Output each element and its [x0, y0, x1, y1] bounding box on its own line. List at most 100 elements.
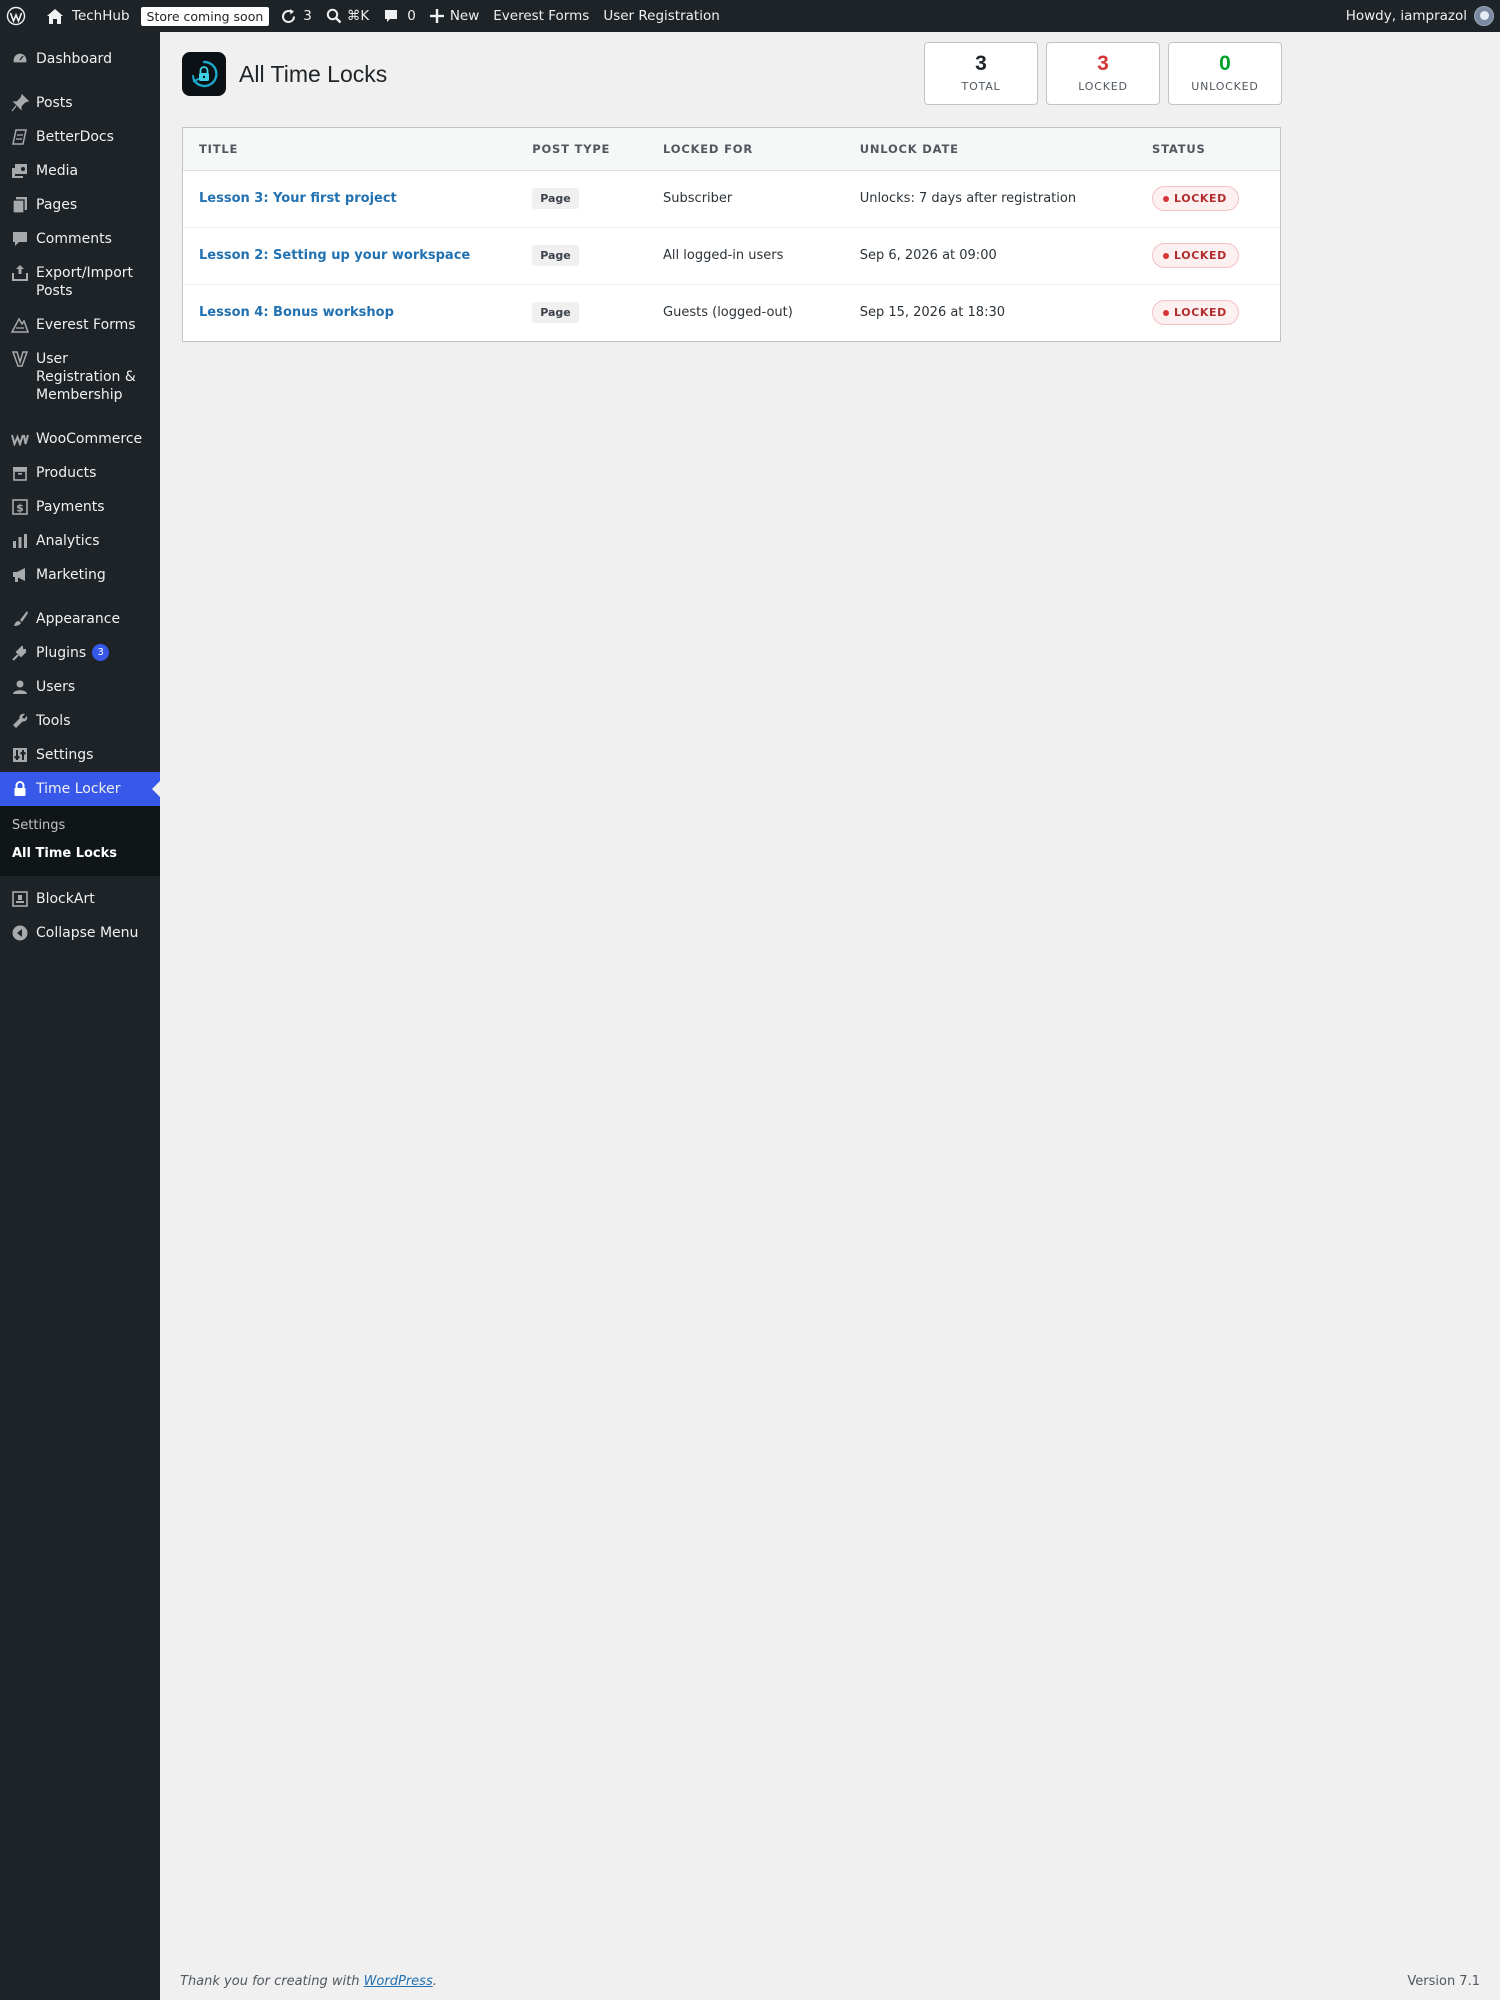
menu-media[interactable]: Media	[0, 154, 160, 188]
menu-marketing[interactable]: Marketing	[0, 558, 160, 592]
submenu-settings[interactable]: Settings	[0, 812, 160, 840]
command-palette-link[interactable]: ⌘K	[319, 0, 376, 32]
wordpress-link[interactable]: WordPress	[364, 1974, 433, 1989]
menu-time-locker[interactable]: Time Locker	[0, 772, 160, 806]
svg-text:$: $	[16, 502, 24, 515]
collapse-icon	[10, 924, 30, 942]
home-icon	[46, 8, 64, 25]
menu-label: Users	[36, 679, 76, 695]
column-header-title: TITLE	[183, 128, 517, 171]
menu-betterdocs[interactable]: BetterDocs	[0, 120, 160, 154]
refresh-icon	[280, 8, 297, 25]
stat-card-total: 3 TOTAL	[924, 42, 1038, 105]
status-dot-icon	[1163, 252, 1170, 259]
menu-label: Dashboard	[36, 51, 112, 67]
menu-payments[interactable]: $ Payments	[0, 490, 160, 524]
menu-label: Products	[36, 465, 97, 481]
submenu-all-time-locks[interactable]: All Time Locks	[0, 840, 160, 868]
menu-label: Pages	[36, 197, 78, 213]
plugins-update-badge: 3	[92, 644, 110, 661]
site-name-link[interactable]: TechHub	[39, 0, 137, 32]
store-coming-soon-badge[interactable]: Store coming soon	[137, 0, 274, 32]
menu-user-registration[interactable]: User Registration & Membership	[0, 342, 160, 412]
admin-sidebar: Dashboard Posts BetterDocs Media Pages C…	[0, 32, 160, 2000]
menu-label: Comments	[36, 231, 112, 247]
my-account-link[interactable]: Howdy, iamprazol	[1346, 6, 1500, 26]
post-type-pill: Page	[532, 245, 579, 266]
payments-icon: $	[10, 498, 30, 516]
menu-dashboard[interactable]: Dashboard	[0, 42, 160, 76]
lock-title-link[interactable]: Lesson 3: Your first project	[199, 191, 397, 206]
menu-comments[interactable]: Comments	[0, 222, 160, 256]
stat-card-locked: 3 LOCKED	[1046, 42, 1160, 105]
stats-row: 3 TOTAL 3 LOCKED 0 UNLOCKED	[924, 42, 1282, 105]
menu-settings[interactable]: Settings	[0, 738, 160, 772]
status-text: LOCKED	[1174, 249, 1227, 262]
everest-forms-link[interactable]: Everest Forms	[486, 0, 596, 32]
post-type-pill: Page	[532, 188, 579, 209]
menu-analytics[interactable]: Analytics	[0, 524, 160, 558]
menu-label: Marketing	[36, 567, 106, 583]
megaphone-icon	[10, 566, 30, 584]
admin-bar: TechHub Store coming soon 3 ⌘K 0 New Eve…	[0, 0, 1500, 32]
howdy-text: Howdy, iamprazol	[1345, 8, 1467, 24]
user-registration-label: User Registration	[603, 8, 720, 24]
menu-posts[interactable]: Posts	[0, 86, 160, 120]
menu-plugins[interactable]: Plugins 3	[0, 636, 160, 670]
plugin-icon	[10, 644, 30, 662]
lock-title-link[interactable]: Lesson 2: Setting up your workspace	[199, 248, 470, 263]
updates-link[interactable]: 3	[273, 0, 319, 32]
collapse-menu-button[interactable]: Collapse Menu	[0, 916, 160, 950]
column-header-locked-for: LOCKED FOR	[647, 128, 844, 171]
menu-label: Collapse Menu	[36, 925, 139, 941]
status-badge: LOCKED	[1152, 300, 1239, 326]
search-icon	[326, 8, 342, 24]
avatar	[1474, 6, 1494, 26]
stat-total-value: 3	[975, 52, 987, 75]
menu-export-import[interactable]: Export/Import Posts	[0, 256, 160, 308]
everest-forms-icon	[10, 316, 30, 334]
lock-title-link[interactable]: Lesson 4: Bonus workshop	[199, 305, 394, 320]
page-title: All Time Locks	[239, 60, 388, 87]
menu-tools[interactable]: Tools	[0, 704, 160, 738]
footer-version: Version 7.1	[1407, 1974, 1480, 1989]
wordpress-logo-icon[interactable]	[0, 0, 33, 32]
site-name: TechHub	[72, 8, 130, 24]
menu-woocommerce[interactable]: WooCommerce	[0, 422, 160, 456]
new-label: New	[449, 8, 480, 24]
table-row: Lesson 2: Setting up your workspace Page…	[183, 227, 1280, 285]
time-locker-logo-icon	[182, 52, 226, 96]
menu-label: Payments	[36, 499, 105, 515]
page-header: All Time Locks	[182, 52, 387, 96]
unlock-date-cell: Unlocks: 7 days after registration	[843, 170, 1137, 228]
menu-blockart[interactable]: BlockArt	[0, 882, 160, 916]
pin-icon	[10, 94, 30, 112]
time-locks-table-card: TITLE POST TYPE LOCKED FOR UNLOCK DATE S…	[182, 127, 1281, 342]
new-content-link[interactable]: New	[423, 0, 486, 32]
products-icon	[10, 464, 30, 482]
menu-products[interactable]: Products	[0, 456, 160, 490]
search-shortcut: ⌘K	[346, 8, 370, 24]
menu-pages[interactable]: Pages	[0, 188, 160, 222]
status-dot-icon	[1163, 309, 1170, 316]
menu-label: Time Locker	[36, 781, 121, 797]
locked-for-cell: Subscriber	[647, 170, 844, 228]
column-header-unlock-date: UNLOCK DATE	[843, 128, 1137, 171]
user-registration-link[interactable]: User Registration	[596, 0, 726, 32]
menu-appearance[interactable]: Appearance	[0, 602, 160, 636]
comments-link[interactable]: 0	[376, 0, 423, 32]
menu-label: WooCommerce	[36, 431, 143, 447]
user-registration-icon	[10, 350, 30, 368]
woocommerce-icon	[10, 430, 30, 448]
menu-users[interactable]: Users	[0, 670, 160, 704]
wrench-icon	[10, 712, 30, 730]
analytics-icon	[10, 532, 30, 550]
menu-label: Plugins	[36, 645, 87, 661]
menu-label: Appearance	[36, 611, 121, 627]
stat-unlocked-label: UNLOCKED	[1191, 80, 1259, 93]
table-header-row: TITLE POST TYPE LOCKED FOR UNLOCK DATE S…	[183, 128, 1280, 171]
menu-everest-forms[interactable]: Everest Forms	[0, 308, 160, 342]
locked-for-cell: Guests (logged-out)	[663, 305, 793, 321]
plus-icon	[429, 9, 444, 23]
menu-label: Media	[36, 163, 79, 179]
